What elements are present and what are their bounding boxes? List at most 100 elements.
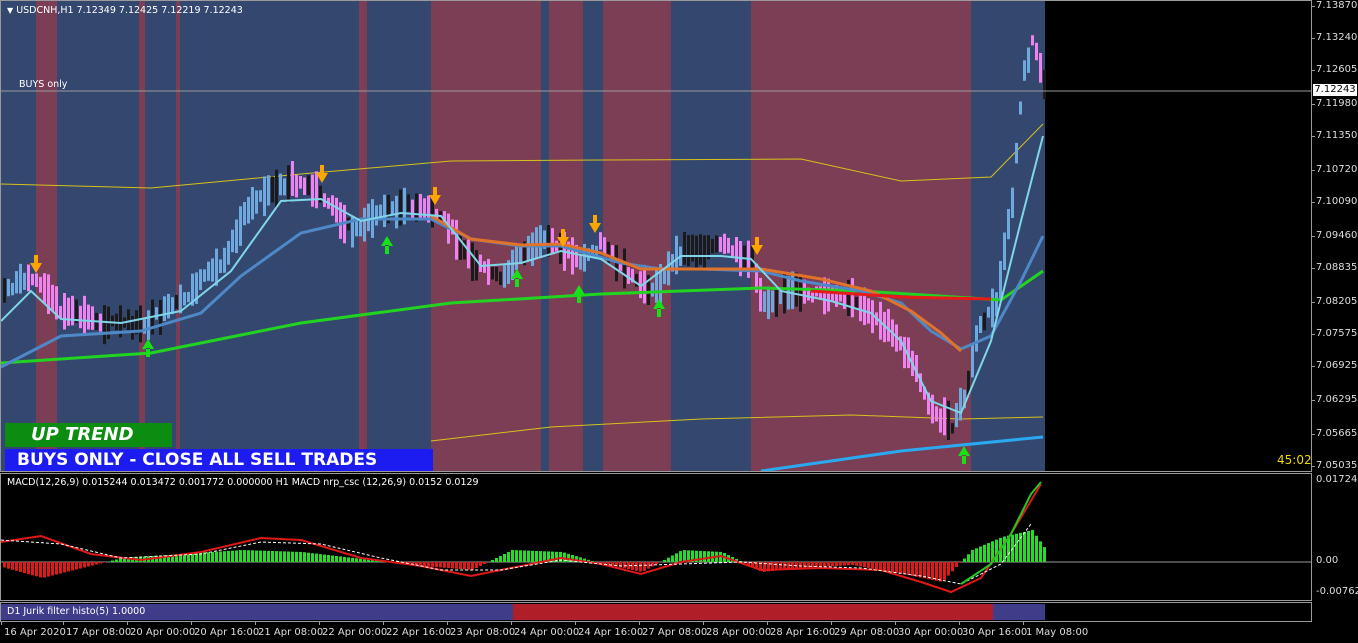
macd-hist-bar [119, 558, 122, 562]
price-bar [943, 397, 946, 436]
macd-hist-bar [227, 550, 230, 562]
price-tick-mark [1312, 302, 1315, 303]
price-bar [391, 201, 394, 216]
macd-hist-bar [295, 551, 298, 562]
price-bar [763, 291, 766, 312]
price-bar [7, 278, 10, 297]
macd-hist-bar [335, 556, 338, 562]
time-tick-mark [959, 622, 960, 625]
price-bar [187, 291, 190, 303]
macd-hist-bar [91, 562, 94, 566]
price-bar [491, 266, 494, 280]
price-bar [1023, 60, 1026, 81]
triangle-down-icon[interactable]: ▼ [7, 6, 13, 15]
macd-hist-bar [247, 550, 250, 562]
price-bar [259, 190, 262, 202]
macd-hist-bar [507, 552, 510, 562]
macd-hist-bar [15, 562, 18, 571]
macd-hist-bar [619, 562, 622, 568]
price-bar [299, 176, 302, 189]
symbol-header[interactable]: ▼ USDCNH,H1 7.12349 7.12425 7.12219 7.12… [7, 5, 243, 16]
macd-hist-bar [895, 562, 898, 573]
price-bar [175, 295, 178, 310]
macd-hist-bar [835, 562, 838, 566]
macd-hist-bar [79, 562, 82, 569]
price-bar [359, 221, 362, 237]
price-bar [31, 273, 34, 286]
price-tick-mark [1312, 6, 1315, 7]
price-bar [43, 273, 46, 304]
time-tick-mark [767, 622, 768, 625]
price-bar [851, 278, 854, 318]
time-axis[interactable]: 16 Apr 2020 17 Apr 08:00 20 Apr 00:00 20 Ap… [0, 622, 1312, 643]
macd-hist-bar [99, 562, 102, 564]
macd-hist-bar [107, 561, 110, 562]
price-bar [311, 174, 314, 207]
price-bar [699, 234, 702, 265]
macd-hist-bar [655, 562, 658, 565]
macd-hist-bar [1043, 547, 1046, 562]
macd-hist-bar [491, 560, 494, 562]
price-bar [823, 277, 826, 315]
price-bar [971, 344, 974, 378]
macd-hist-bar [203, 552, 206, 562]
macd-hist-bar [947, 562, 950, 576]
price-bar [103, 305, 106, 345]
macd-hist-bar [467, 562, 470, 570]
price-bar [503, 265, 506, 288]
time-tick-label: 24 Apr 00:00 [514, 627, 580, 638]
macd-hist-bar [931, 562, 934, 580]
price-bar [959, 387, 962, 421]
jurik-filter-pane[interactable]: D1 Jurik filter histo(5) 1.0000 [0, 602, 1312, 622]
macd-hist-bar [31, 562, 34, 576]
macd-hist-bar [943, 562, 946, 580]
price-bar [155, 307, 158, 320]
macd-hist-bar [867, 562, 870, 568]
macd-hist-bar [843, 562, 846, 566]
macd-hist-bar [307, 552, 310, 562]
macd-hist-bar [339, 556, 342, 562]
macd-main-line [1, 483, 1042, 594]
macd-hist-bar [499, 556, 502, 562]
time-tick-label: 22 Apr 00:00 [322, 627, 388, 638]
macd-hist-bar [63, 562, 66, 573]
price-bar [35, 273, 38, 287]
jurik-label: D1 Jurik filter histo(5) 1.0000 [7, 606, 146, 617]
price-bar [727, 237, 730, 254]
macd-hist-bar [907, 562, 910, 576]
time-tick-mark [831, 622, 832, 625]
macd-hist-bar [7, 562, 10, 569]
macd-hist-bar [899, 562, 902, 574]
price-bar [247, 196, 250, 224]
time-tick-mark [703, 622, 704, 625]
price-bar [411, 199, 414, 220]
macd-hist-bar [19, 562, 22, 572]
macd-hist-bar [847, 562, 850, 566]
price-bar [551, 228, 554, 253]
price-bar [147, 310, 150, 341]
macd-hist-bar [439, 562, 442, 568]
price-bar [1039, 53, 1042, 83]
price-bar [287, 165, 290, 203]
price-bar [471, 242, 474, 281]
price-chart-pane[interactable]: ▼ USDCNH,H1 7.12349 7.12425 7.12219 7.12… [0, 0, 1312, 472]
price-bar [1015, 142, 1018, 164]
macd-hist-bar [263, 550, 266, 562]
macd-pane[interactable]: MACD(12,26,9) 0.015244 0.013472 0.001772… [0, 473, 1312, 601]
price-bar [987, 306, 990, 318]
price-tick-mark [1312, 104, 1315, 105]
macd-hist-bar [967, 554, 970, 562]
macd-hist-bar [459, 562, 462, 569]
macd-hist-bar [975, 548, 978, 562]
macd-axis[interactable]: 0.017248 0.00 -0.007622 [1312, 473, 1358, 601]
macd-label: MACD(12,26,9) 0.015244 0.013472 0.001772… [7, 477, 479, 488]
macd-hist-bar [211, 552, 214, 562]
macd-hist-bar [443, 562, 446, 568]
price-bar [483, 261, 486, 273]
macd-hist-bar [291, 551, 294, 562]
price-bar [695, 235, 698, 269]
price-bar [951, 423, 954, 434]
price-tick-mark [1312, 366, 1315, 367]
price-axis[interactable]: 7.13870 7.13240 7.12605 7.11980 7.11350 7.107… [1312, 0, 1358, 472]
price-bar [455, 219, 458, 260]
